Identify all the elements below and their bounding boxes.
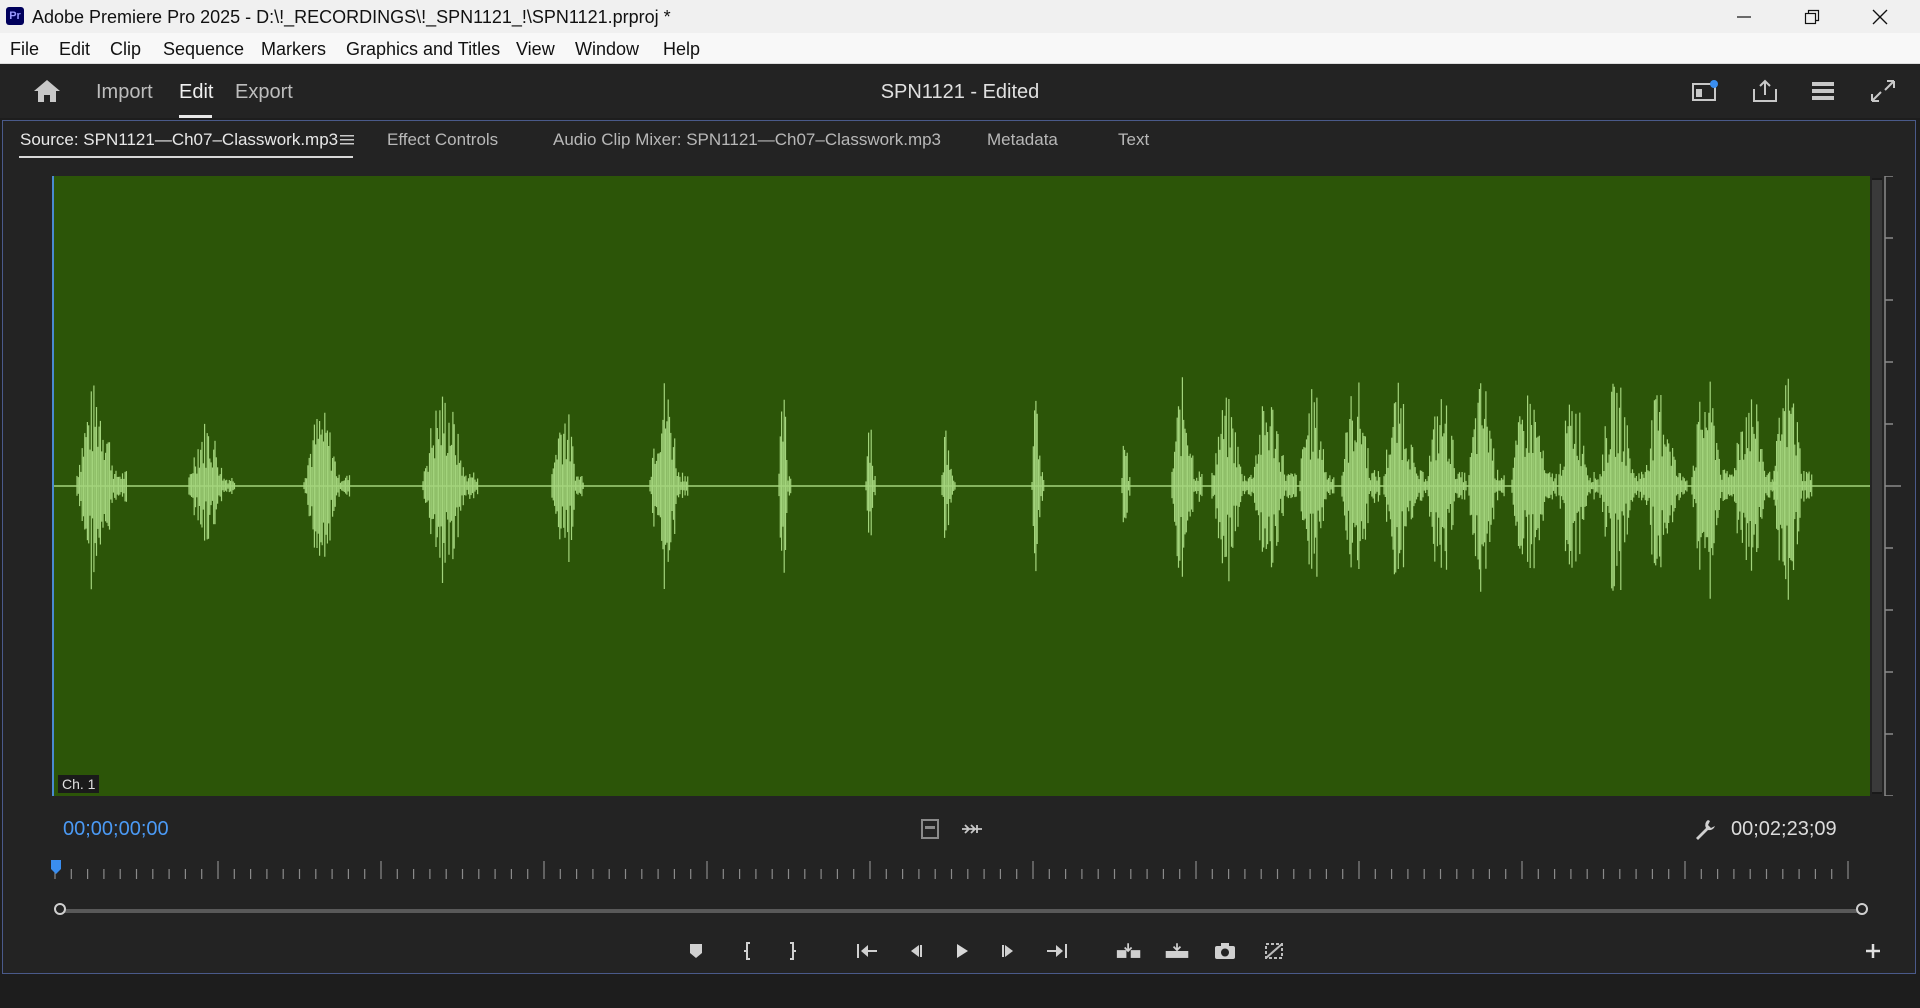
workspaces-menu-icon[interactable] (1808, 77, 1838, 105)
time-ruler[interactable] (53, 859, 1865, 881)
overwrite-button[interactable] (1164, 939, 1190, 963)
step-back-icon (911, 945, 922, 957)
document-title: SPN1121 - Edited (880, 81, 1040, 103)
close-button[interactable] (1846, 0, 1914, 33)
step-forward-icon (1002, 945, 1013, 957)
button-editor-button[interactable] (1261, 939, 1287, 963)
add-marker-icon (690, 944, 702, 958)
menu-markers[interactable]: Markers (261, 39, 326, 60)
menu-bar: File Edit Clip Sequence Markers Graphics… (0, 33, 1920, 64)
share-icon[interactable] (1750, 77, 1780, 105)
vertical-scroll-thumb[interactable] (1872, 180, 1882, 792)
tab-text[interactable]: Text (1118, 130, 1149, 150)
mark-out-icon (790, 942, 796, 960)
menu-graphics-and-titles[interactable]: Graphics and Titles (346, 39, 500, 60)
export-frame-button[interactable] (1212, 939, 1238, 963)
tab-audio-clip-mixer[interactable]: Audio Clip Mixer: SPN1121—Ch07–Classwork… (553, 130, 941, 150)
vertical-zoom-scrollbar[interactable] (1872, 178, 1882, 794)
insert-button[interactable] (1116, 939, 1142, 963)
go-to-out-button[interactable] (1044, 939, 1070, 963)
menu-file[interactable]: File (10, 39, 39, 60)
zoom-handle-left[interactable] (54, 903, 66, 915)
menu-sequence[interactable]: Sequence (163, 39, 244, 60)
go-to-in-button[interactable] (854, 939, 880, 963)
duration-timecode: 00;02;23;09 (1731, 818, 1837, 840)
waveform-bursts (76, 377, 1813, 600)
active-panel-tab-indicator (19, 156, 353, 158)
menu-window[interactable]: Window (575, 39, 639, 60)
audio-waveform-display[interactable] (52, 176, 1870, 796)
insert-icon (1116, 943, 1141, 958)
close-icon (1872, 9, 1888, 24)
title-bar: Pr Adobe Premiere Pro 2025 - D:\!_RECORD… (0, 0, 1920, 33)
source-monitor-panel: Source: SPN1121—Ch07–Classwork.mp3 Effec… (2, 120, 1916, 974)
minimize-icon (1737, 15, 1751, 18)
minimize-button[interactable] (1710, 0, 1778, 33)
menu-clip[interactable]: Clip (110, 39, 141, 60)
restore-icon (1804, 9, 1820, 24)
audio-waveform (52, 377, 1870, 600)
restore-button[interactable] (1778, 0, 1846, 33)
tab-source[interactable]: Source: SPN1121—Ch07–Classwork.mp3 (20, 130, 338, 150)
panel-menu-icon[interactable] (340, 134, 354, 146)
playhead-handle[interactable] (50, 859, 62, 875)
play-button[interactable] (949, 939, 975, 963)
overwrite-icon (1165, 943, 1189, 958)
waveform-start-marker (52, 176, 54, 796)
go-to-out-icon (1047, 944, 1067, 958)
active-tab-indicator (179, 115, 212, 118)
tab-effect-controls[interactable]: Effect Controls (387, 130, 498, 150)
mark-in-icon (744, 942, 750, 960)
plus-icon (1866, 944, 1880, 958)
fullscreen-icon[interactable] (1868, 77, 1898, 105)
settings-wrench-icon[interactable] (1693, 817, 1717, 841)
menu-view[interactable]: View (516, 39, 555, 60)
channel-label: Ch. 1 (58, 775, 100, 793)
zoom-handle-right[interactable] (1856, 903, 1868, 915)
export-frame-icon (1215, 943, 1235, 959)
amplitude-ruler (1884, 176, 1901, 796)
playhead-timecode[interactable]: 00;00;00;00 (63, 818, 169, 841)
app-header: Import Edit Export SPN1121 - Edited (0, 64, 1920, 118)
drag-video-only-icon[interactable] (920, 818, 940, 840)
go-to-in-icon (857, 944, 877, 958)
add-marker-button[interactable] (683, 939, 709, 963)
premiere-logo: Pr (6, 7, 24, 25)
zoom-scrollbar[interactable] (60, 909, 1862, 913)
play-icon (957, 944, 968, 958)
status-area (0, 974, 1920, 1008)
step-back-button[interactable] (902, 939, 928, 963)
window-title: Adobe Premiere Pro 2025 - D:\!_RECORDING… (32, 7, 671, 27)
menu-help[interactable]: Help (663, 39, 700, 60)
add-button[interactable] (1860, 939, 1886, 963)
mark-out-button[interactable] (779, 939, 805, 963)
menu-edit[interactable]: Edit (59, 39, 90, 60)
tab-metadata[interactable]: Metadata (987, 130, 1058, 150)
panel-layout-icon[interactable] (1690, 77, 1720, 105)
mark-in-button[interactable] (735, 939, 761, 963)
drag-audio-only-icon[interactable] (960, 818, 984, 840)
button-editor-icon (1265, 943, 1283, 959)
step-forward-button[interactable] (996, 939, 1022, 963)
